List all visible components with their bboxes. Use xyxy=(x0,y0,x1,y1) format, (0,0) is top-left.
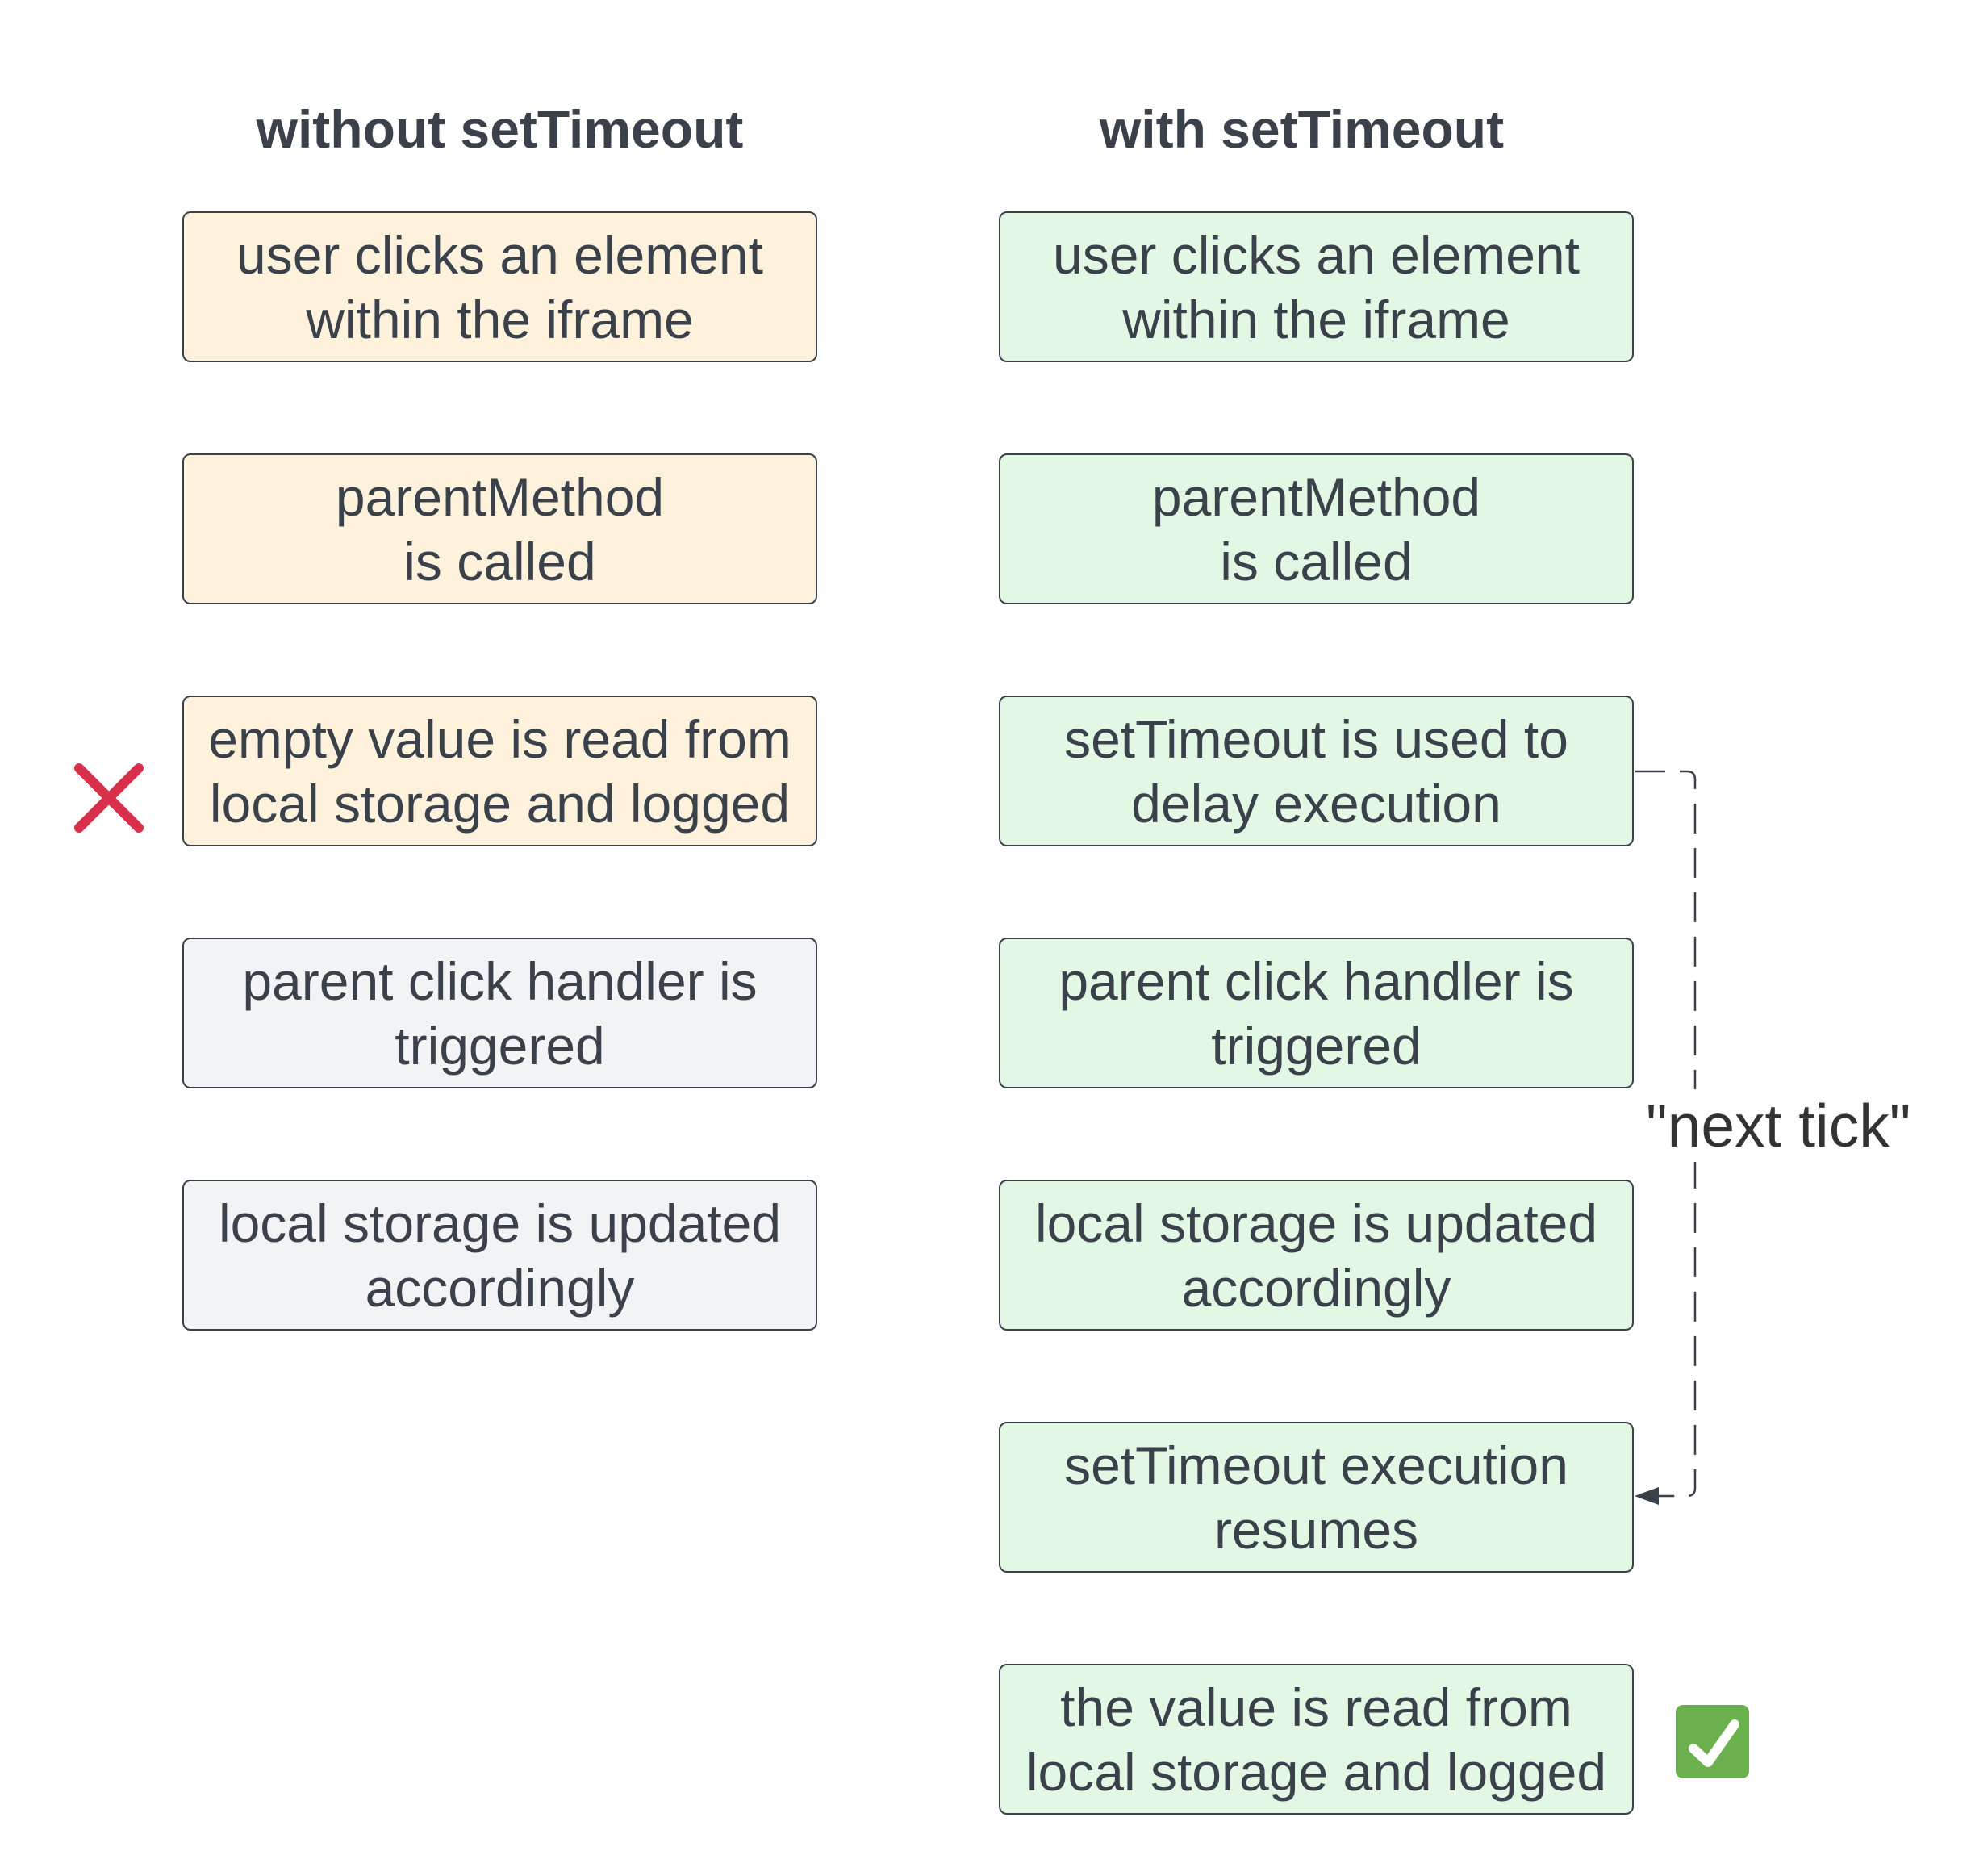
right-step-parent-method-called: parentMethod is called xyxy=(999,453,1634,604)
right-step-value-read: the value is read from local storage and… xyxy=(999,1664,1634,1815)
right-step-click-handler-triggered: parent click handler is triggered xyxy=(999,938,1634,1088)
step-text: empty value is read from local storage a… xyxy=(208,708,791,834)
left-step-click-handler-triggered: parent click handler is triggered xyxy=(182,938,817,1088)
step-text: local storage is updated accordingly xyxy=(218,1193,782,1318)
right-step-user-clicks: user clicks an element within the iframe xyxy=(999,211,1634,362)
step-text: parentMethod is called xyxy=(1151,466,1481,591)
step-text: setTimeout execution resumes xyxy=(1064,1435,1568,1560)
arrowhead-icon xyxy=(1635,1487,1659,1505)
left-step-empty-value-read: empty value is read from local storage a… xyxy=(182,696,817,846)
left-column-title: without setTimeout xyxy=(256,99,744,159)
step-text: parentMethod is called xyxy=(335,466,665,591)
cross-icon xyxy=(74,763,144,833)
left-step-parent-method-called: parentMethod is called xyxy=(182,453,817,604)
right-step-settimeout-resumes: setTimeout execution resumes xyxy=(999,1422,1634,1573)
step-text: parent click handler is triggered xyxy=(1059,951,1574,1076)
next-tick-label: "next tick" xyxy=(1643,1089,1915,1162)
step-text: user clicks an element within the iframe xyxy=(1053,224,1580,349)
step-text: user clicks an element within the iframe xyxy=(236,224,763,349)
check-icon xyxy=(1676,1705,1749,1778)
left-step-storage-updated: local storage is updated accordingly xyxy=(182,1180,817,1331)
step-text: parent click handler is triggered xyxy=(242,951,758,1076)
step-text: the value is read from local storage and… xyxy=(1025,1677,1607,1802)
step-text: local storage is updated accordingly xyxy=(1034,1193,1598,1318)
right-column-title: with setTimeout xyxy=(1099,99,1505,159)
right-step-storage-updated: local storage is updated accordingly xyxy=(999,1180,1634,1331)
right-step-settimeout-delay: setTimeout is used to delay execution xyxy=(999,696,1634,846)
left-step-user-clicks: user clicks an element within the iframe xyxy=(182,211,817,362)
step-text: setTimeout is used to delay execution xyxy=(1064,708,1568,834)
